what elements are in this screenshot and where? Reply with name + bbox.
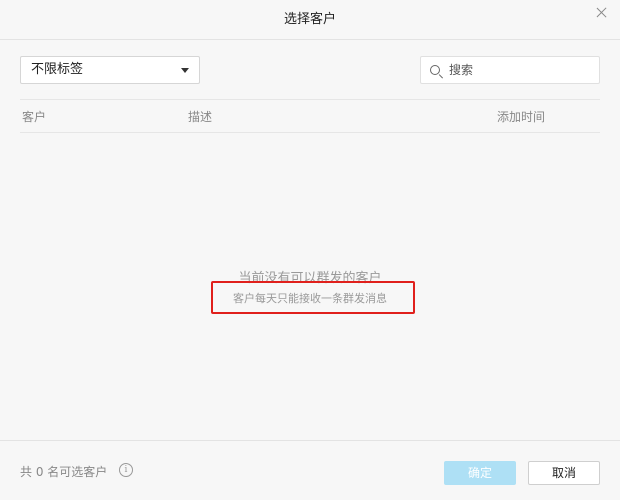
confirm-button[interactable]: 确定 xyxy=(444,461,516,485)
column-header-description: 描述 xyxy=(188,110,213,124)
search-icon xyxy=(430,65,440,75)
select-customer-dialog: 选择客户 不限标签 客户 描述 添加时间 当前没有可以群发的客户 客户每天只能接… xyxy=(0,0,620,500)
dialog-header: 选择客户 xyxy=(0,0,620,40)
tag-filter-select[interactable]: 不限标签 xyxy=(20,56,200,84)
highlight-annotation-box xyxy=(211,281,415,314)
column-header-added-time: 添加时间 xyxy=(497,110,546,124)
tag-filter-value: 不限标签 xyxy=(31,62,84,77)
search-input[interactable] xyxy=(449,60,594,80)
info-icon[interactable]: i xyxy=(119,463,133,477)
dialog-footer: 共 0 名可选客户 i 确定 取消 xyxy=(0,440,620,500)
dialog-title: 选择客户 xyxy=(283,12,336,27)
cancel-button[interactable]: 取消 xyxy=(528,461,600,485)
search-box[interactable] xyxy=(420,56,600,84)
table-header: 客户 描述 添加时间 xyxy=(20,99,600,133)
selectable-customer-count: 共 0 名可选客户 xyxy=(20,465,108,479)
close-icon[interactable] xyxy=(594,5,610,21)
chevron-down-icon xyxy=(181,68,189,73)
column-header-customer: 客户 xyxy=(22,110,47,124)
